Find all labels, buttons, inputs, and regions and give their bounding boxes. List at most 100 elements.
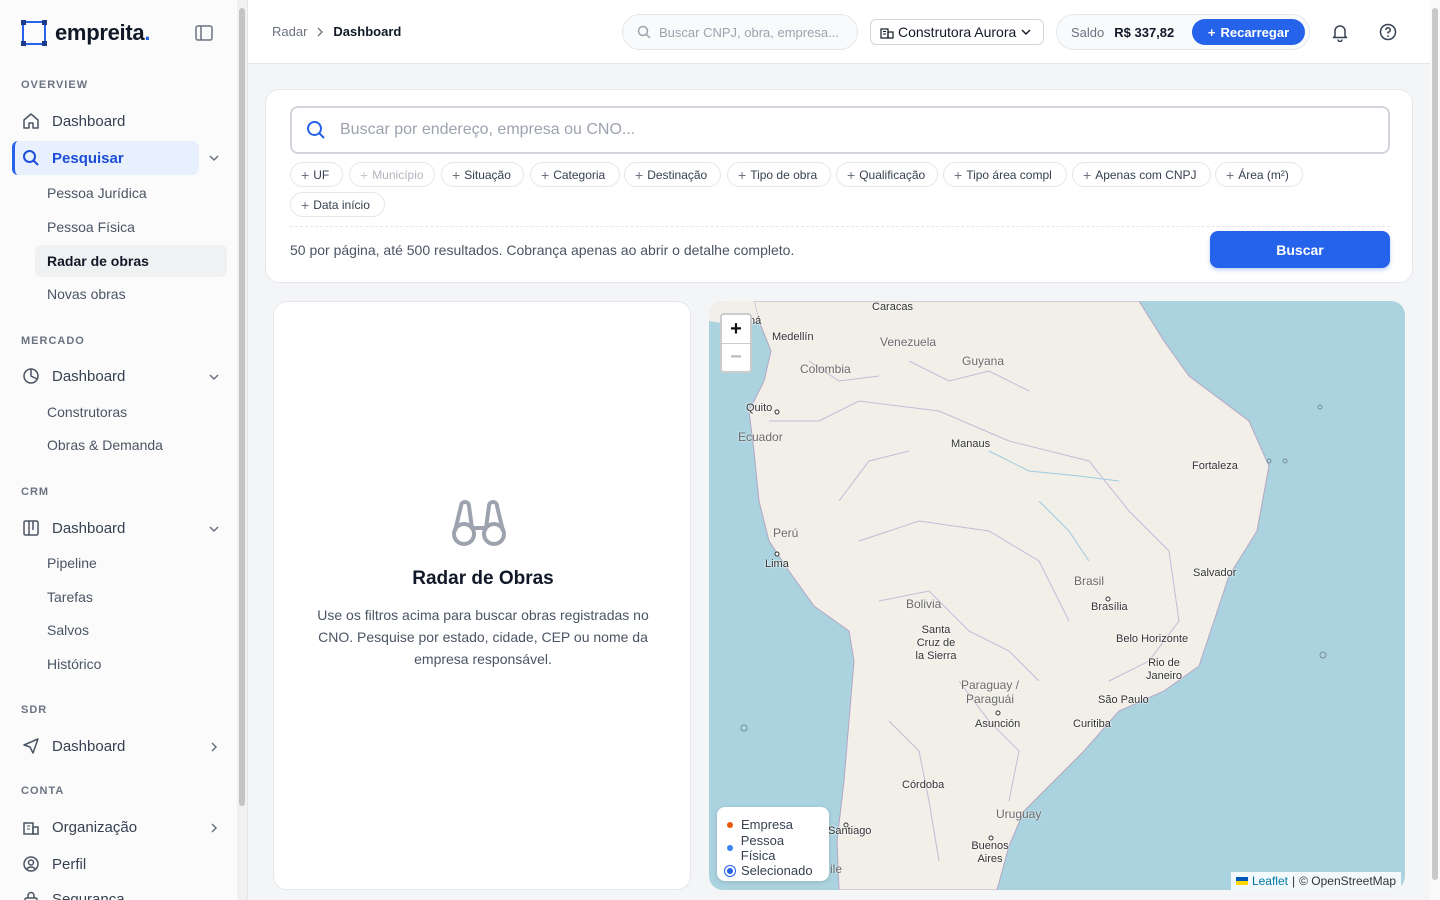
sidebar-item-historico[interactable]: Histórico — [35, 648, 227, 680]
divider — [290, 226, 1390, 227]
plus-icon: + — [301, 196, 310, 213]
plus-icon: + — [738, 166, 747, 183]
filter-municipio: + Município — [349, 162, 435, 187]
map-city-rio-de-janeiro: Rio de Janeiro — [1145, 657, 1183, 682]
sidebar-item-pessoa-fisica[interactable]: Pessoa Física — [35, 211, 227, 243]
sidebar-item-tarefas[interactable]: Tarefas — [35, 581, 227, 613]
sidebar-item-obras-demanda[interactable]: Obras & Demanda — [35, 429, 227, 461]
filter-data-inicio[interactable]: + Data início — [290, 192, 385, 217]
page-scrollbar[interactable] — [1430, 0, 1440, 900]
sidebar: empreita. OVERVIEW Dashboard Pesquisar P… — [0, 0, 237, 900]
map-label-paraguay: Paraguay / Paraguái — [960, 678, 1020, 706]
send-icon — [22, 737, 40, 755]
sidebar-item-dashboard-sdr[interactable]: Dashboard — [12, 729, 227, 763]
filter-label: Tipo de obra — [750, 167, 818, 182]
search-button[interactable]: Buscar — [1210, 231, 1390, 268]
filter-situacao[interactable]: + Situação — [441, 162, 524, 187]
sidebar-item-dashboard-crm[interactable]: Dashboard — [12, 511, 227, 545]
user-circle-icon — [22, 855, 40, 873]
filter-apenas-com-cnpj[interactable]: + Apenas com CNPJ — [1072, 162, 1211, 187]
filter-label: UF — [313, 167, 330, 182]
global-search-input[interactable]: Buscar CNPJ, obra, empresa... — [622, 14, 858, 50]
filter-tipo-area-compl[interactable]: + Tipo área compl — [943, 162, 1067, 187]
filter-uf[interactable]: + UF — [290, 162, 343, 187]
zoom-out-button[interactable]: − — [722, 343, 750, 371]
map-label-chile: ile — [830, 862, 843, 876]
map-city-manaus: Manaus — [951, 438, 991, 450]
results-note: 50 por página, até 500 resultados. Cobra… — [290, 242, 795, 258]
organization-select[interactable]: Construtora Aurora — [870, 19, 1044, 45]
chevron-down-icon[interactable] — [207, 522, 221, 536]
sidebar-item-dashboard-overview[interactable]: Dashboard — [12, 104, 227, 138]
filter-tipo-de-obra[interactable]: + Tipo de obra — [727, 162, 831, 187]
sidebar-item-pesquisar[interactable]: Pesquisar — [12, 141, 199, 175]
chevron-right-icon[interactable] — [207, 740, 221, 754]
chevron-down-icon[interactable] — [207, 370, 221, 384]
sidebar-item-radar-de-obras[interactable]: Radar de obras — [35, 245, 227, 277]
ukraine-flag-icon — [1235, 877, 1248, 885]
map-attribution: Leaflet | © OpenStreetMap — [1230, 872, 1401, 890]
map-city-brasilia: Brasília — [1091, 601, 1128, 613]
sidebar-item-organizacao[interactable]: Organização — [12, 810, 227, 844]
address-search-input[interactable]: Buscar por endereço, empresa ou CNO... — [290, 106, 1390, 154]
section-mercado: MERCADO — [21, 335, 85, 347]
binoculars-icon — [452, 500, 506, 546]
sidebar-toggle-icon[interactable] — [195, 25, 213, 41]
recharge-button[interactable]: + Recarregar — [1192, 19, 1305, 45]
sidebar-item-salvos[interactable]: Salvos — [35, 614, 227, 646]
pessoa-fisica-dot-icon — [727, 844, 733, 851]
map-label-colombia: Colombia — [800, 362, 851, 376]
breadcrumb-radar[interactable]: Radar — [272, 24, 307, 39]
plus-icon: + — [954, 166, 963, 183]
breadcrumb-dashboard: Dashboard — [333, 24, 402, 39]
map-label-venezuela: Venezuela — [880, 335, 937, 349]
filter-label: Categoria — [553, 167, 606, 182]
legend-label: Selecionado — [741, 863, 813, 878]
leaflet-link[interactable]: Leaflet — [1252, 874, 1288, 888]
map-city-quito: Quito — [746, 402, 773, 414]
plus-icon: + — [452, 166, 461, 183]
sidebar-item-dashboard-mercado[interactable]: Dashboard — [12, 359, 227, 393]
section-crm: CRM — [21, 486, 50, 498]
page-scrollbar-thumb[interactable] — [1432, 8, 1438, 880]
filter-qualificacao[interactable]: + Qualificação — [836, 162, 938, 187]
sidebar-item-label: Segurança — [52, 890, 125, 900]
pie-chart-icon — [22, 367, 40, 385]
breadcrumb: Radar Dashboard — [272, 24, 401, 39]
sidebar-item-perfil[interactable]: Perfil — [12, 847, 227, 881]
filter-area[interactable]: + Área (m²) — [1215, 162, 1303, 187]
filter-label: Situação — [464, 167, 511, 182]
chevron-down-icon[interactable] — [207, 151, 221, 165]
section-sdr: SDR — [21, 704, 48, 716]
empresa-dot-icon — [727, 821, 733, 828]
sidebar-item-construtoras[interactable]: Construtoras — [35, 396, 227, 428]
filter-destinacao[interactable]: + Destinação — [624, 162, 721, 187]
filter-categoria[interactable]: + Categoria — [530, 162, 620, 187]
chevron-down-icon — [1021, 29, 1031, 35]
osm-attribution[interactable]: © OpenStreetMap — [1299, 874, 1396, 888]
bell-icon[interactable] — [1330, 22, 1350, 42]
sidebar-item-seguranca[interactable]: Segurança — [12, 882, 227, 900]
sidebar-item-pessoa-juridica[interactable]: Pessoa Jurídica — [35, 177, 227, 209]
sidebar-item-novas-obras[interactable]: Novas obras — [35, 278, 227, 310]
plus-icon: + — [1226, 166, 1235, 183]
sidebar-item-pipeline[interactable]: Pipeline — [35, 547, 227, 579]
balance-value: R$ 337,82 — [1114, 24, 1175, 40]
search-icon — [22, 149, 40, 167]
map-land — [709, 301, 1327, 890]
zoom-in-button[interactable]: + — [722, 315, 750, 343]
sidebar-scrollbar-thumb[interactable] — [239, 8, 245, 806]
map-city-medellin: Medellín — [772, 331, 814, 343]
map-city-asuncion: Asunción — [975, 718, 1021, 730]
map[interactable]: Venezuela Guyana Colombia Ecuador Perú B… — [709, 301, 1405, 890]
chevron-right-icon[interactable] — [207, 821, 221, 835]
map-city-cordoba: Córdoba — [902, 779, 945, 791]
topbar: Radar Dashboard Buscar CNPJ, obra, empre… — [248, 0, 1440, 64]
filter-label: Município — [372, 167, 424, 182]
help-icon[interactable] — [1378, 22, 1398, 42]
map-label-brasil: Brasil — [1074, 574, 1105, 588]
address-search-placeholder: Buscar por endereço, empresa ou CNO... — [340, 121, 636, 138]
map-city-caracas: Caracas — [872, 301, 913, 313]
sidebar-scrollbar[interactable] — [237, 0, 248, 900]
logo[interactable]: empreita. — [21, 20, 150, 46]
